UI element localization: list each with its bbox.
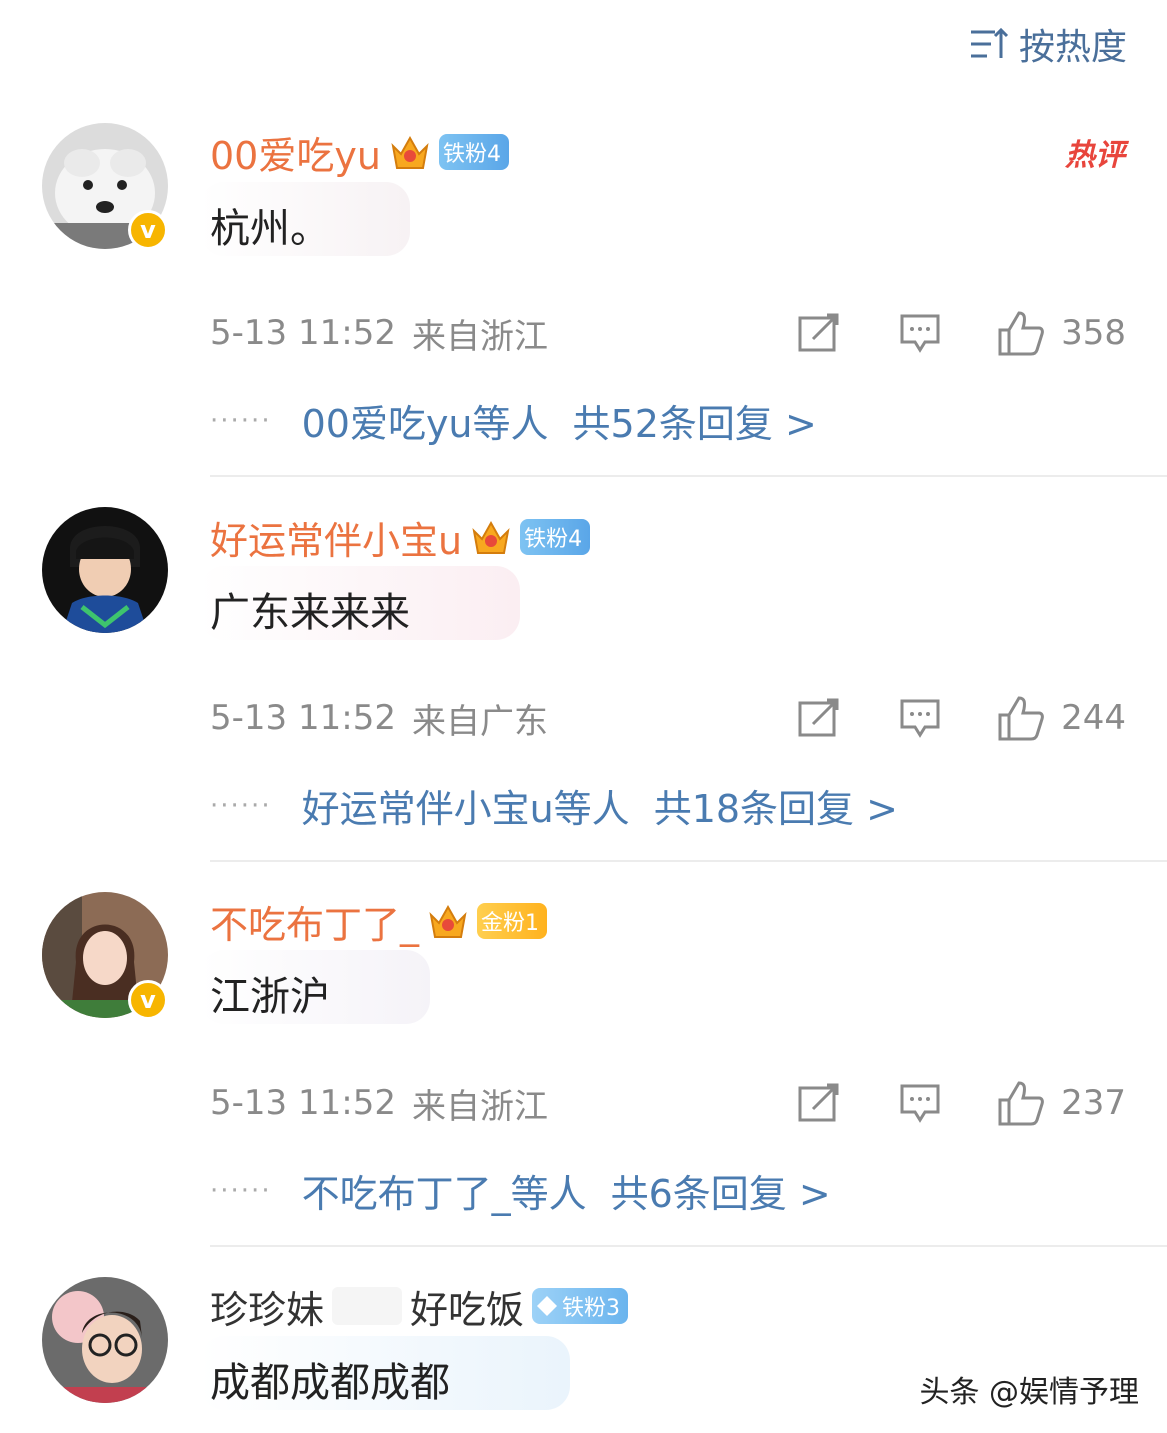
- username[interactable]: 00爱吃yu: [210, 125, 381, 180]
- thumbs-up-icon: [998, 1081, 1044, 1126]
- username-tail[interactable]: 好吃饭: [410, 1279, 524, 1334]
- comment-button[interactable]: [899, 1083, 941, 1123]
- like-button[interactable]: 358: [997, 310, 1126, 356]
- comment-text: 杭州。: [210, 206, 330, 252]
- fan-badge-label: 铁粉4: [524, 527, 583, 552]
- replies-count: 共6条回复 >: [610, 1172, 831, 1216]
- share-icon: [798, 1083, 839, 1122]
- watermark: 头条 @娱情予理: [919, 1375, 1139, 1410]
- username-row: 好运常伴小宝u 铁粉4: [210, 510, 591, 565]
- like-button[interactable]: 237: [997, 1080, 1126, 1126]
- comment-icon: [900, 699, 940, 738]
- crown-icon: [391, 135, 429, 169]
- ellipsis-icon: ······: [210, 790, 272, 821]
- fan-badge-label: 铁粉3: [562, 1296, 621, 1321]
- comment-button[interactable]: [899, 698, 941, 738]
- share-icon: [798, 313, 839, 352]
- replies-names: 好运常伴小宝u等人: [301, 787, 630, 831]
- comment-meta: 5-13 11:52 来自浙江 358: [210, 308, 1126, 358]
- comment-time: 5-13 11:52: [210, 698, 396, 738]
- like-count: 244: [1061, 698, 1126, 738]
- sort-icon: [970, 27, 1009, 58]
- comment-meta: 5-13 11:52 来自广东 244: [210, 693, 1126, 743]
- like-count: 358: [1061, 313, 1126, 353]
- username-row: 00爱吃yu 铁粉4: [210, 125, 509, 180]
- comment-time: 5-13 11:52: [210, 1083, 396, 1123]
- divider: [210, 475, 1167, 477]
- ellipsis-icon: ······: [210, 1175, 272, 1206]
- sort-label: 按热度: [1018, 27, 1127, 68]
- diamond-icon: [537, 1296, 558, 1316]
- replies-names: 不吃布丁了_等人: [301, 1172, 587, 1216]
- username-row: 不吃布丁了_ 金粉1: [210, 894, 548, 949]
- share-button[interactable]: [797, 1083, 841, 1123]
- share-icon: [798, 698, 839, 737]
- replies-link[interactable]: ······ 不吃布丁了_等人 共6条回复 >: [210, 1163, 831, 1218]
- share-button[interactable]: [797, 698, 841, 738]
- ellipsis-icon: ······: [210, 405, 272, 436]
- fan-badge[interactable]: 铁粉4: [438, 134, 509, 170]
- comment-location: 来自广东: [411, 701, 548, 742]
- replies-names: 00爱吃yu等人: [301, 402, 549, 446]
- comment-text: 广东来来来: [210, 590, 410, 636]
- comment-time: 5-13 11:52: [210, 313, 396, 353]
- avatar[interactable]: [42, 507, 168, 633]
- share-button[interactable]: [797, 313, 841, 353]
- comment-text: 江浙沪: [210, 974, 330, 1020]
- avatar[interactable]: [42, 1277, 168, 1403]
- like-count: 237: [1061, 1083, 1126, 1123]
- comment-location: 来自浙江: [411, 1086, 548, 1127]
- thumbs-up-icon: [998, 696, 1044, 741]
- replies-count: 共18条回复 >: [653, 787, 898, 831]
- replies-link[interactable]: ······ 好运常伴小宝u等人 共18条回复 >: [210, 778, 898, 833]
- fan-badge-label: 金粉1: [481, 911, 540, 936]
- fan-badge-label: 铁粉4: [442, 142, 501, 167]
- thumbs-up-icon: [998, 311, 1044, 356]
- verified-icon: v: [128, 210, 168, 250]
- like-button[interactable]: 244: [997, 695, 1126, 741]
- divider: [210, 1245, 1167, 1247]
- username[interactable]: 好运常伴小宝u: [210, 510, 462, 565]
- username[interactable]: 不吃布丁了_: [210, 894, 419, 949]
- divider: [210, 860, 1167, 862]
- username[interactable]: 珍珍妹: [210, 1279, 324, 1334]
- comment-button[interactable]: [899, 313, 941, 353]
- comment-text: 成都成都成都: [210, 1360, 450, 1406]
- comment-meta: 5-13 11:52 来自浙江 237: [210, 1078, 1126, 1128]
- username-blur: [332, 1287, 403, 1325]
- crown-icon: [429, 904, 467, 938]
- crown-icon: [472, 520, 510, 554]
- username-row: 珍珍妹 好吃饭 铁粉3: [210, 1279, 629, 1334]
- comment-location: 来自浙江: [411, 316, 548, 357]
- fan-badge[interactable]: 金粉1: [477, 903, 548, 939]
- hot-comment-label: 热评: [1065, 138, 1125, 173]
- sort-button[interactable]: 按热度: [969, 18, 1127, 70]
- comment-icon: [900, 314, 940, 353]
- fan-badge[interactable]: 铁粉4: [520, 519, 591, 555]
- verified-icon: v: [128, 980, 168, 1020]
- replies-link[interactable]: ······ 00爱吃yu等人 共52条回复 >: [210, 393, 817, 448]
- replies-count: 共52条回复 >: [572, 402, 817, 446]
- comment-icon: [900, 1084, 940, 1123]
- fan-badge[interactable]: 铁粉3: [532, 1288, 629, 1324]
- hot-comment-badge: 热评: [1065, 130, 1125, 174]
